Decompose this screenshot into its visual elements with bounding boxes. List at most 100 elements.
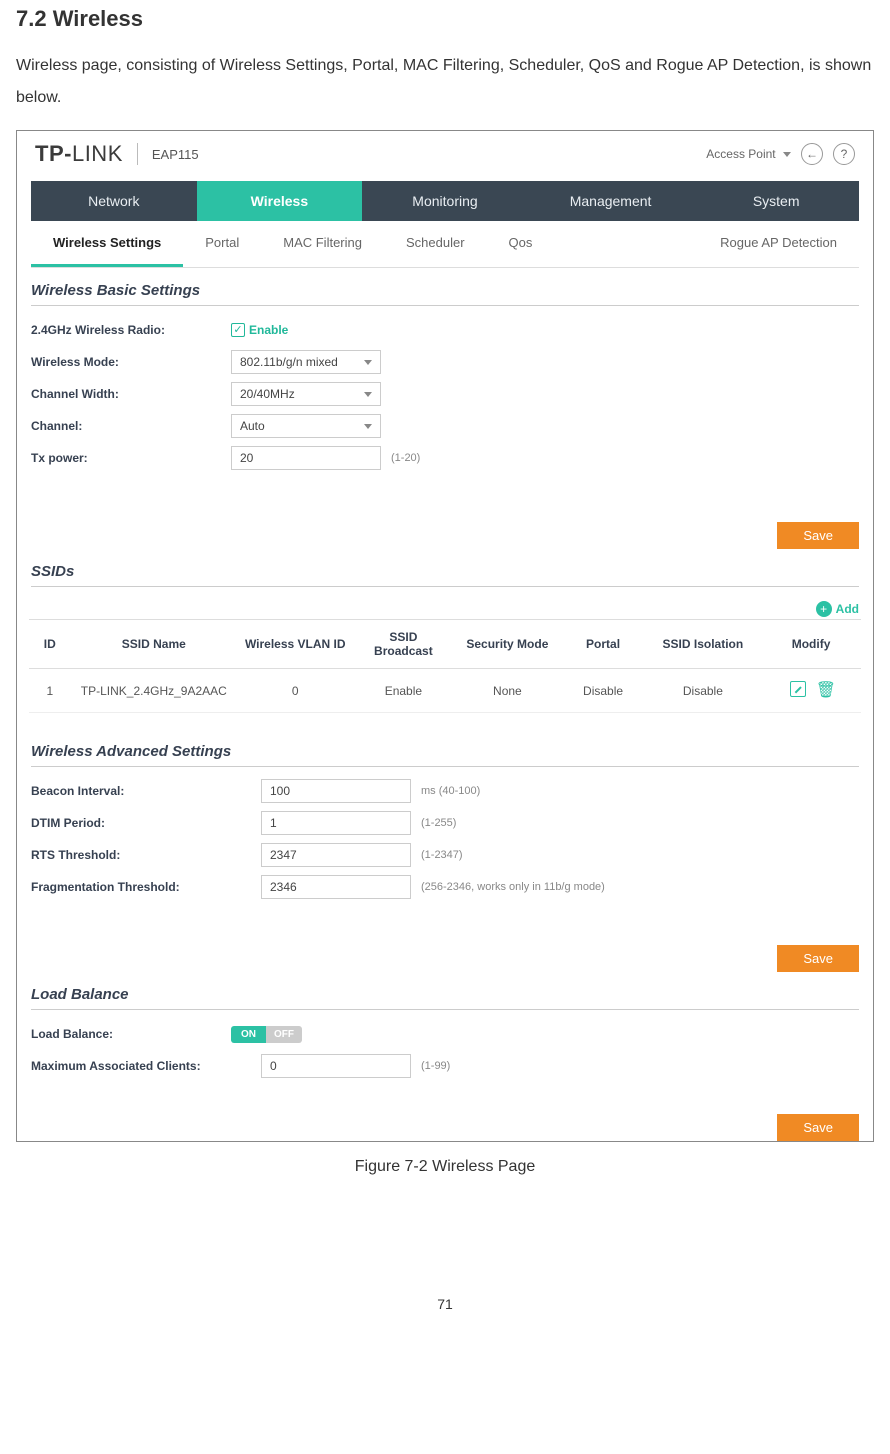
form-advanced: Beacon Interval: 100 ms (40-100) DTIM Pe… bbox=[31, 767, 859, 901]
section-load-balance-title: Load Balance bbox=[31, 986, 859, 1010]
mode-value: 802.11b/g/n mixed bbox=[240, 355, 338, 369]
txpower-label: Tx power: bbox=[31, 451, 231, 465]
section-load-balance: Load Balance Load Balance: ON OFF Maximu… bbox=[17, 982, 873, 1080]
channel-value: Auto bbox=[240, 419, 265, 433]
sub-nav: Wireless Settings Portal MAC Filtering S… bbox=[31, 221, 859, 268]
rts-input[interactable]: 2347 bbox=[261, 843, 411, 867]
edit-icon[interactable] bbox=[790, 681, 806, 697]
mode-select[interactable]: 802.11b/g/n mixed bbox=[231, 350, 381, 374]
save-button-advanced[interactable]: Save bbox=[777, 945, 859, 972]
dtim-hint: (1-255) bbox=[421, 817, 456, 829]
dtim-input[interactable]: 1 bbox=[261, 811, 411, 835]
subtab-mac-filtering[interactable]: MAC Filtering bbox=[261, 221, 384, 267]
model-label: EAP115 bbox=[152, 147, 199, 162]
frag-input[interactable]: 2346 bbox=[261, 875, 411, 899]
plus-icon[interactable]: + bbox=[816, 601, 832, 617]
brand-part2: LINK bbox=[72, 141, 123, 166]
section-advanced-title: Wireless Advanced Settings bbox=[31, 743, 859, 767]
txpower-input[interactable]: 20 bbox=[231, 446, 381, 470]
figure-header: TP-LINK EAP115 Access Point ← ? bbox=[17, 131, 873, 171]
max-clients-input[interactable]: 0 bbox=[261, 1054, 411, 1078]
beacon-hint: ms (40-100) bbox=[421, 785, 480, 797]
section-ssids-title: SSIDs bbox=[31, 563, 859, 587]
form-basic: 2.4GHz Wireless Radio: Enable Wireless M… bbox=[31, 306, 859, 472]
save-button-loadbal[interactable]: Save bbox=[777, 1114, 859, 1141]
th-id: ID bbox=[29, 620, 71, 669]
width-value: 20/40MHz bbox=[240, 387, 295, 401]
cell-id: 1 bbox=[29, 669, 71, 713]
section-ssids: SSIDs bbox=[17, 559, 873, 587]
beacon-input[interactable]: 100 bbox=[261, 779, 411, 803]
cell-security: None bbox=[453, 669, 561, 713]
brand-part1: TP- bbox=[35, 141, 72, 166]
loadbal-toggle[interactable]: ON OFF bbox=[231, 1026, 302, 1043]
doc-intro: Wireless page, consisting of Wireless Se… bbox=[16, 50, 874, 114]
frag-label: Fragmentation Threshold: bbox=[31, 880, 261, 894]
radio-enable-checkbox[interactable] bbox=[231, 323, 245, 337]
delete-icon[interactable]: 🗑 bbox=[816, 680, 832, 696]
help-icon[interactable]: ? bbox=[833, 143, 855, 165]
chevron-down-icon bbox=[783, 152, 791, 157]
cell-portal: Disable bbox=[561, 669, 644, 713]
add-ssid-row: + Add bbox=[17, 587, 873, 619]
th-isolation: SSID Isolation bbox=[645, 620, 761, 669]
th-ssid-name: SSID Name bbox=[71, 620, 237, 669]
frag-hint: (256-2346, works only in 11b/g mode) bbox=[421, 881, 605, 893]
add-button[interactable]: Add bbox=[836, 602, 859, 616]
th-portal: Portal bbox=[561, 620, 644, 669]
th-broadcast: SSID Broadcast bbox=[353, 620, 453, 669]
subtab-rogue-ap[interactable]: Rogue AP Detection bbox=[698, 221, 859, 267]
chevron-down-icon bbox=[364, 360, 372, 365]
brand-logo: TP-LINK bbox=[35, 141, 123, 167]
toggle-on: ON bbox=[231, 1026, 266, 1043]
doc-heading: 7.2 Wireless bbox=[16, 6, 874, 32]
txpower-hint: (1-20) bbox=[391, 452, 420, 464]
save-button-basic[interactable]: Save bbox=[777, 522, 859, 549]
max-clients-hint: (1-99) bbox=[421, 1060, 450, 1072]
cell-isolation: Disable bbox=[645, 669, 761, 713]
chevron-down-icon bbox=[364, 424, 372, 429]
cell-broadcast: Enable bbox=[353, 669, 453, 713]
cell-ssid-name: TP-LINK_2.4GHz_9A2AAC bbox=[71, 669, 237, 713]
channel-select[interactable]: Auto bbox=[231, 414, 381, 438]
logout-icon[interactable]: ← bbox=[801, 143, 823, 165]
th-security: Security Mode bbox=[453, 620, 561, 669]
tab-network[interactable]: Network bbox=[31, 181, 197, 221]
ssid-table: ID SSID Name Wireless VLAN ID SSID Broad… bbox=[29, 619, 861, 713]
ssid-table-header-row: ID SSID Name Wireless VLAN ID SSID Broad… bbox=[29, 620, 861, 669]
subtab-wireless-settings[interactable]: Wireless Settings bbox=[31, 221, 183, 267]
radio-enable-text: Enable bbox=[249, 323, 288, 337]
page-number: 71 bbox=[16, 1296, 874, 1322]
cell-modify: 🗑 bbox=[761, 669, 861, 713]
toggle-off: OFF bbox=[266, 1026, 302, 1043]
tab-wireless[interactable]: Wireless bbox=[197, 181, 363, 221]
channel-label: Channel: bbox=[31, 419, 231, 433]
tab-management[interactable]: Management bbox=[528, 181, 694, 221]
role-dropdown[interactable]: Access Point bbox=[706, 147, 791, 161]
max-clients-label: Maximum Associated Clients: bbox=[31, 1059, 261, 1073]
section-advanced: Wireless Advanced Settings Beacon Interv… bbox=[17, 713, 873, 901]
rts-label: RTS Threshold: bbox=[31, 848, 261, 862]
width-select[interactable]: 20/40MHz bbox=[231, 382, 381, 406]
figure-caption: Figure 7-2 Wireless Page bbox=[16, 1158, 874, 1176]
section-basic-title: Wireless Basic Settings bbox=[31, 282, 859, 306]
mode-label: Wireless Mode: bbox=[31, 355, 231, 369]
tab-monitoring[interactable]: Monitoring bbox=[362, 181, 528, 221]
header-right: Access Point ← ? bbox=[706, 143, 855, 165]
form-load-balance: Load Balance: ON OFF Maximum Associated … bbox=[31, 1010, 859, 1080]
table-row: 1 TP-LINK_2.4GHz_9A2AAC 0 Enable None Di… bbox=[29, 669, 861, 713]
brand-divider bbox=[137, 143, 138, 165]
main-nav: Network Wireless Monitoring Management S… bbox=[31, 181, 859, 221]
chevron-down-icon bbox=[364, 392, 372, 397]
rts-hint: (1-2347) bbox=[421, 849, 463, 861]
th-vlan-id: Wireless VLAN ID bbox=[237, 620, 353, 669]
subtab-scheduler[interactable]: Scheduler bbox=[384, 221, 487, 267]
figure-wireless-page: TP-LINK EAP115 Access Point ← ? Network … bbox=[16, 130, 874, 1142]
loadbal-label: Load Balance: bbox=[31, 1027, 231, 1041]
cell-vlan: 0 bbox=[237, 669, 353, 713]
tab-system[interactable]: System bbox=[693, 181, 859, 221]
section-basic: Wireless Basic Settings 2.4GHz Wireless … bbox=[17, 268, 873, 472]
width-label: Channel Width: bbox=[31, 387, 231, 401]
subtab-portal[interactable]: Portal bbox=[183, 221, 261, 267]
subtab-qos[interactable]: Qos bbox=[487, 221, 555, 267]
